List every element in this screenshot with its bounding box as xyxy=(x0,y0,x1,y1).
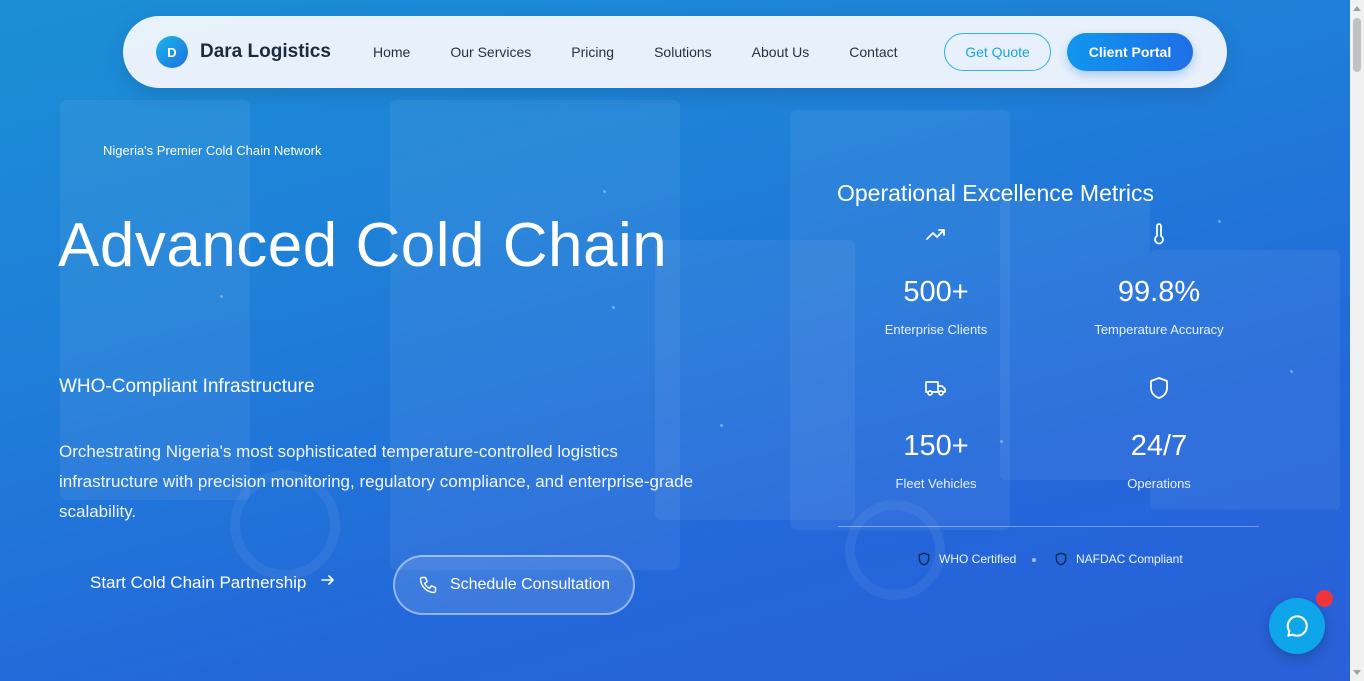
scrollbar-thumb[interactable] xyxy=(1353,18,1361,72)
brand-name: Dara Logistics xyxy=(200,41,331,62)
nafdac-compliant-label: NAFDAC Compliant xyxy=(1076,552,1183,566)
client-portal-button[interactable]: Client Portal xyxy=(1067,33,1193,71)
thermometer-icon xyxy=(1154,223,1164,245)
metric-value: 150+ xyxy=(903,430,969,462)
page-scrollbar[interactable] xyxy=(1350,0,1364,681)
nav-links: Home Our Services Pricing Solutions Abou… xyxy=(373,16,938,88)
nafdac-compliant-badge: NAFDAC Compliant xyxy=(1054,552,1183,566)
metric-temperature-accuracy: 99.8% Temperature Accuracy xyxy=(1059,222,1259,337)
hero-title: Advanced Cold Chain xyxy=(58,211,668,280)
metric-value: 99.8% xyxy=(1117,276,1201,308)
who-certified-label: WHO Certified xyxy=(939,552,1017,566)
shield-icon xyxy=(918,552,930,566)
truck-icon xyxy=(925,381,946,396)
nav-link-pricing[interactable]: Pricing xyxy=(571,44,614,60)
chat-button[interactable] xyxy=(1269,598,1325,654)
start-partnership-label: Start Cold Chain Partnership xyxy=(90,572,307,592)
chat-bubble-icon xyxy=(1286,615,1308,637)
who-certified-badge: WHO Certified xyxy=(917,552,1016,566)
hero-tagline: Nigeria's Premier Cold Chain Network xyxy=(103,143,322,158)
top-navbar: D Dara Logistics Home Our Services Prici… xyxy=(123,16,1227,88)
scroll-down-arrow-icon[interactable] xyxy=(1353,670,1361,675)
metric-fleet-vehicles: 150+ Fleet Vehicles xyxy=(836,376,1036,491)
metrics-divider xyxy=(838,526,1259,527)
metric-label: Operations xyxy=(1127,476,1191,491)
nav-link-home[interactable]: Home xyxy=(373,44,410,60)
metric-operations: 24/7 Operations xyxy=(1059,376,1259,491)
cert-separator xyxy=(1032,558,1036,562)
nav-link-our-services[interactable]: Our Services xyxy=(450,44,531,60)
shield-icon xyxy=(1055,552,1067,566)
nav-link-solutions[interactable]: Solutions xyxy=(654,44,712,60)
brand-logo: D xyxy=(156,36,188,68)
schedule-consultation-button[interactable]: Schedule Consultation xyxy=(393,555,635,615)
shield-icon xyxy=(1150,377,1168,399)
metric-value: 500+ xyxy=(903,276,969,308)
metric-value: 24/7 xyxy=(1130,430,1188,462)
brand[interactable]: D Dara Logistics xyxy=(156,36,331,68)
schedule-consultation-label: Schedule Consultation xyxy=(449,576,611,593)
arrow-right-icon xyxy=(320,572,336,593)
hero-description: Orchestrating Nigeria's most sophisticat… xyxy=(59,442,694,521)
start-partnership-button[interactable]: Start Cold Chain Partnership xyxy=(90,572,336,593)
scroll-up-arrow-icon[interactable] xyxy=(1353,6,1361,11)
chat-notification-dot xyxy=(1316,590,1333,607)
metric-label: Fleet Vehicles xyxy=(895,476,977,491)
phone-icon xyxy=(419,576,437,594)
nav-link-about-us[interactable]: About Us xyxy=(752,44,810,60)
hero-subtitle: WHO-Compliant Infrastructure xyxy=(59,376,315,397)
metric-enterprise-clients: 500+ Enterprise Clients xyxy=(836,222,1036,337)
get-quote-button[interactable]: Get Quote xyxy=(944,33,1051,71)
metric-label: Enterprise Clients xyxy=(884,322,988,337)
nav-link-contact[interactable]: Contact xyxy=(849,44,897,60)
metric-label: Temperature Accuracy xyxy=(1094,322,1224,337)
metrics-title: Operational Excellence Metrics xyxy=(837,180,1155,206)
trending-up-icon xyxy=(926,229,945,240)
